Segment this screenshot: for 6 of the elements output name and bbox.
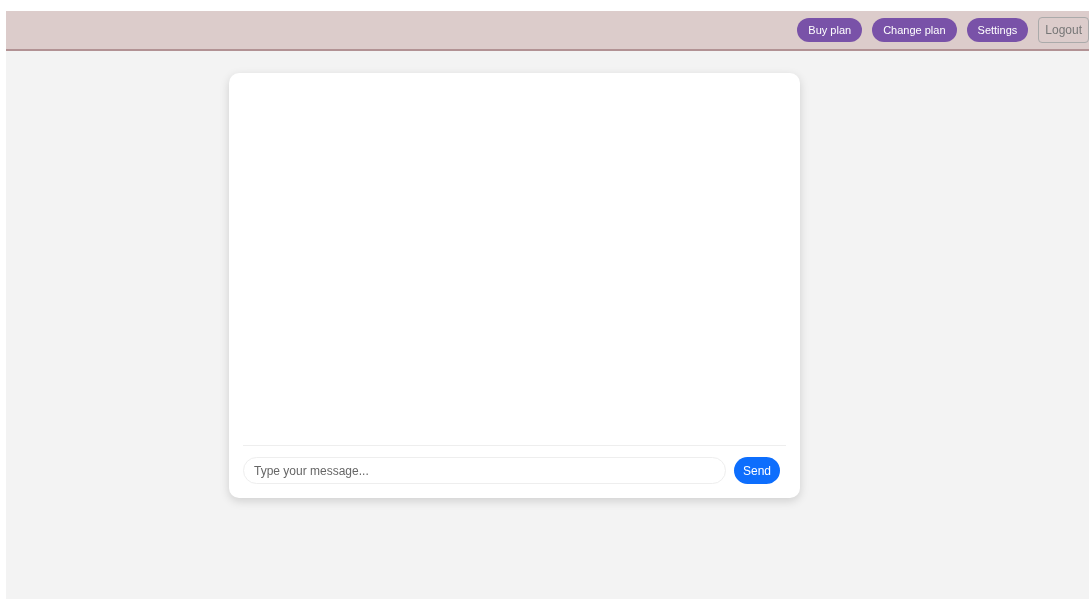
nav-button[interactable]: Change plan bbox=[872, 18, 957, 42]
message-input[interactable]: Type your message... bbox=[243, 457, 726, 484]
nav-button[interactable]: Settings bbox=[966, 18, 1029, 42]
nav-button[interactable]: Buy plan bbox=[797, 18, 863, 42]
send-button[interactable]: Send bbox=[733, 457, 780, 484]
logout-button[interactable]: Logout bbox=[1038, 17, 1089, 43]
